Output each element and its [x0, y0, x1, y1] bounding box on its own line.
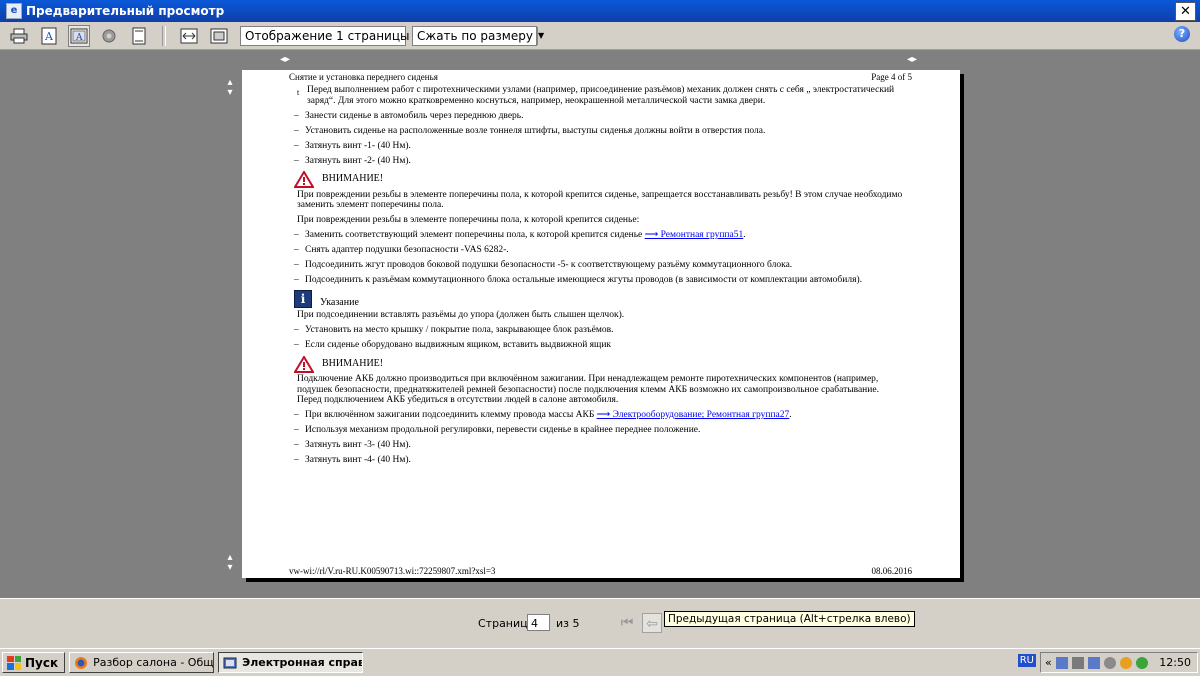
margin-handle-bottom[interactable]: ▴ ▾ — [223, 553, 237, 573]
note-text: При подсоединении вставлять разъёмы до у… — [297, 310, 625, 320]
page-label: Страница — [478, 617, 535, 630]
alert-icon[interactable] — [1119, 656, 1132, 669]
warning-text: Подключение АКБ должно производиться при… — [297, 374, 879, 405]
print-icon — [10, 28, 28, 43]
svg-text:A: A — [44, 30, 54, 43]
list-item: Затянуть винт -1- (40 Нм). — [294, 141, 904, 152]
page-footer-url: vw-wi://rl/V.ru-RU.K00590713.wi::7225980… — [289, 566, 496, 576]
list-item: Заменить соответствующий элемент попереч… — [294, 230, 904, 241]
windows-logo-icon — [7, 655, 21, 670]
update-icon[interactable] — [1135, 656, 1148, 669]
single-frame-button[interactable]: A — [68, 24, 90, 47]
adjust-frames-icon: A — [41, 27, 57, 44]
taskbar-item-firefox[interactable]: Разбор салона - Общие... — [69, 652, 215, 673]
note-header: i Указание — [294, 290, 904, 308]
margin-handle-left[interactable]: ◂▸ — [278, 55, 292, 65]
tooltip: Предыдущая страница (Alt+стрелка влево) — [664, 611, 915, 627]
page-content: t Перед выполнением работ с пиротехничес… — [294, 85, 904, 470]
volume-icon[interactable] — [1071, 656, 1084, 669]
language-indicator[interactable]: RU — [1017, 654, 1036, 667]
app-icon: e — [6, 3, 22, 19]
list-item: Установить на место крышку / покрытие по… — [294, 325, 904, 336]
zoom-value: Сжать по размеру — [417, 28, 533, 43]
steps-1: Занести сиденье в автомобиль через перед… — [294, 111, 904, 167]
security-icon[interactable] — [1103, 656, 1116, 669]
electrical-group-27-link[interactable]: ⟶ Электрооборудование; Ремонтная группа2… — [597, 410, 790, 420]
firefox-icon — [75, 656, 88, 669]
title-bar: e Предварительный просмотр ✕ — [0, 0, 1200, 22]
note-label: Указание — [320, 296, 359, 308]
warning-text: При повреждении резьбы в элементе попере… — [297, 189, 903, 211]
warning-label: ВНИМАНИЕ! — [322, 357, 384, 369]
list-item: Используя механизм продольной регулировк… — [294, 425, 904, 436]
warning-label: ВНИМАНИЕ! — [322, 173, 384, 185]
list-item: Занести сиденье в автомобиль через перед… — [294, 111, 904, 122]
warning-icon — [294, 171, 314, 188]
preview-area: ◂▸ ◂▸ ▴ ▾ ▴ ▾ Снятие и установка переднего… — [0, 50, 1200, 598]
network-icon[interactable] — [1055, 656, 1068, 669]
intro-mark: t — [297, 88, 300, 97]
warning-header: ВНИМАНИЕ! — [294, 355, 904, 373]
list-item: Снять адаптер подушки безопасности -VAS … — [294, 245, 904, 256]
warning-header: ВНИМАНИЕ! — [294, 171, 904, 189]
application-icon — [223, 657, 237, 668]
gear-icon — [102, 29, 116, 42]
info-icon: i — [294, 290, 312, 308]
list-item: Затянуть винт -4- (40 Нм). — [294, 455, 904, 466]
full-page-button[interactable] — [208, 25, 230, 47]
list-item: Установить сиденье на расположенные возл… — [294, 126, 904, 137]
list-item: Затянуть винт -3- (40 Нм). — [294, 440, 904, 451]
list-item: При включённом зажигании подсоединить кл… — [294, 410, 904, 421]
network-icon[interactable] — [1087, 656, 1100, 669]
page-header-number: Page 4 of 5 — [871, 72, 912, 82]
warning-icon — [294, 355, 314, 373]
adjust-frames-button[interactable]: A — [38, 25, 60, 47]
header-footer-button[interactable] — [128, 25, 150, 47]
preview-page: Снятие и установка переднего сиденья Pag… — [242, 70, 960, 578]
intro-paragraph: t Перед выполнением работ с пиротехничес… — [297, 85, 895, 106]
repair-group-51-link[interactable]: ⟶ Ремонтная группа51 — [645, 230, 744, 240]
list-item: Подсоединить жгут проводов боковой подуш… — [294, 260, 904, 271]
zoom-select[interactable]: Сжать по размеру ▼ — [412, 25, 545, 46]
full-width-button[interactable] — [178, 25, 200, 47]
single-frame-icon: A — [70, 28, 88, 43]
full-width-icon — [180, 28, 198, 43]
view-mode-value: Отображение 1 страницы — [245, 28, 410, 43]
close-button[interactable]: ✕ — [1175, 2, 1196, 21]
header-footer-icon — [132, 27, 146, 44]
full-page-icon — [210, 28, 228, 43]
help-icon[interactable]: ? — [1174, 26, 1190, 42]
taskbar: Пуск Разбор салона - Общие... Электронна… — [0, 648, 1200, 676]
page-count: из 5 — [556, 617, 580, 630]
page-setup-button[interactable] — [98, 25, 120, 47]
print-button[interactable] — [8, 25, 30, 47]
first-page-button[interactable]: ⏮ — [617, 613, 637, 633]
view-mode-select[interactable]: Отображение 1 страницы ▼ — [240, 25, 421, 46]
damage-intro: При повреждении резьбы в элементе попере… — [297, 215, 640, 225]
page-number-input[interactable]: 4 — [527, 614, 550, 631]
taskbar-item-manual[interactable]: Электронная справо... — [218, 652, 364, 673]
show-hidden-icons-button[interactable]: « — [1045, 656, 1052, 669]
list-item: Затянуть винт -2- (40 Нм). — [294, 156, 904, 167]
page-header-title: Снятие и установка переднего сиденья — [289, 72, 438, 82]
clock: 12:50 — [1159, 656, 1191, 669]
previous-page-button[interactable]: ⇦ — [642, 613, 662, 633]
window-title: Предварительный просмотр — [26, 4, 225, 18]
page-footer-date: 08.06.2016 — [871, 566, 913, 576]
list-item: Подсоединить к разъёмам коммутационного … — [294, 275, 904, 286]
toolbar: A A Отображение 1 страницы Сжать по разм… — [0, 22, 1200, 50]
toolbar-separator — [162, 25, 166, 46]
chevron-down-icon[interactable]: ▼ — [536, 26, 545, 45]
list-item: Если сиденье оборудовано выдвижным ящико… — [294, 340, 904, 351]
margin-handle-top[interactable]: ▴ ▾ — [223, 78, 237, 98]
system-tray: « 12:50 — [1040, 652, 1198, 673]
page-navigation-bar: Страница 4 из 5 ⏮ ⇦ Предыдущая страница … — [0, 598, 1200, 649]
start-button[interactable]: Пуск — [2, 652, 66, 673]
margin-handle-right[interactable]: ◂▸ — [905, 55, 919, 65]
svg-text:A: A — [75, 33, 83, 43]
